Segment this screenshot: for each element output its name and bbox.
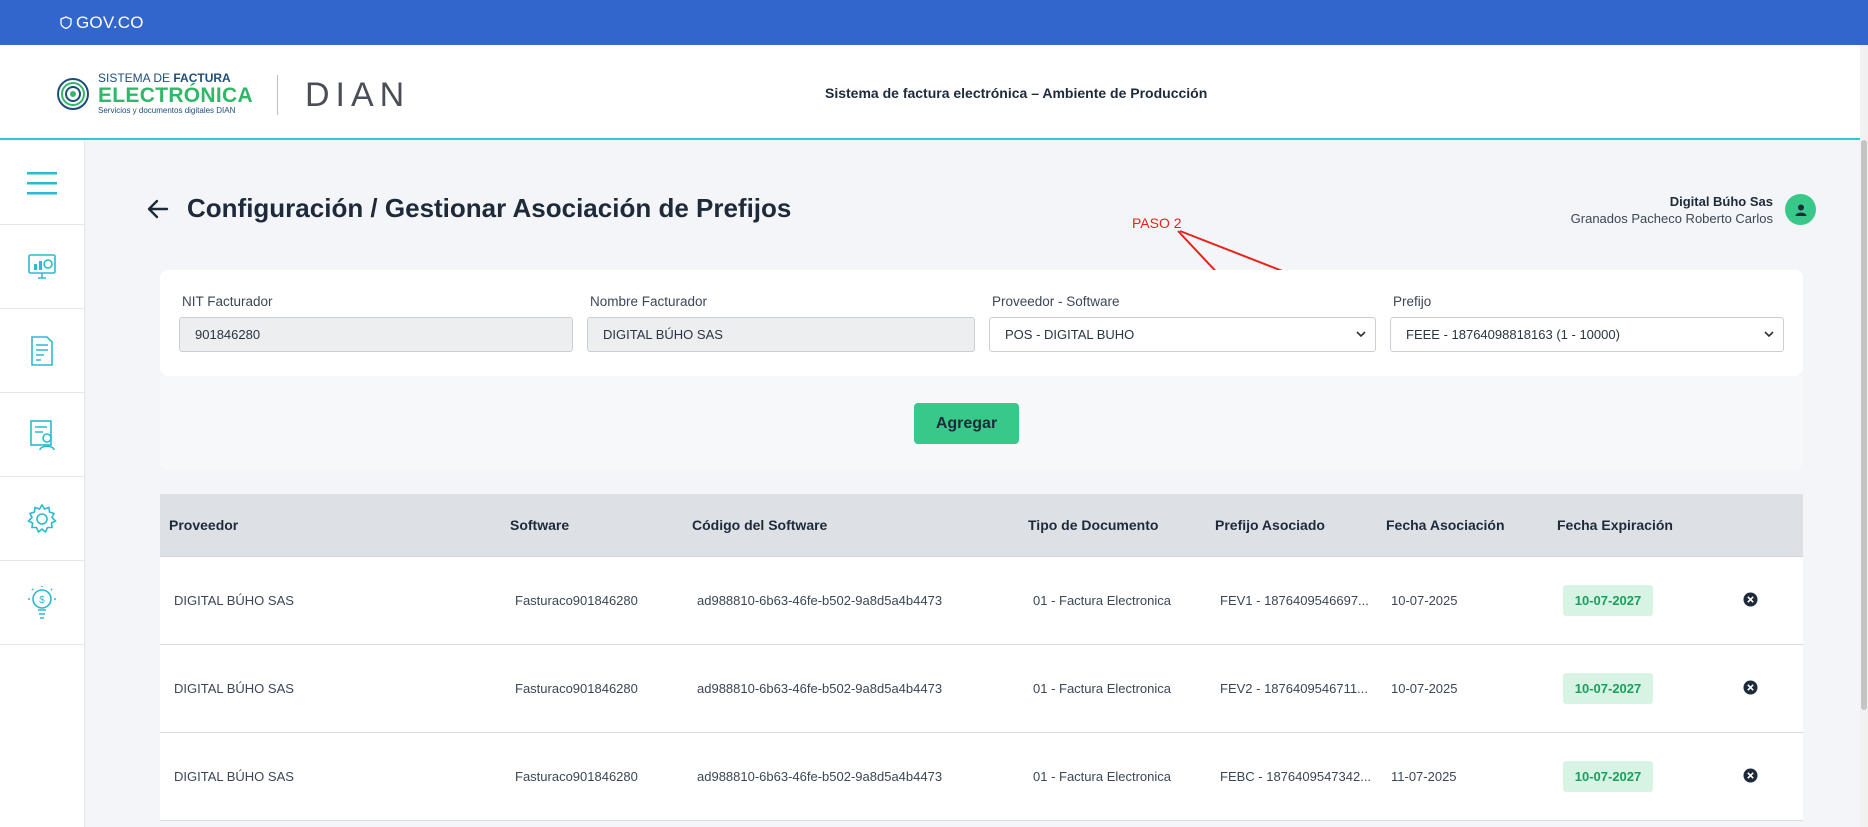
sidebar-item-ideas[interactable]: $	[0, 561, 84, 645]
col-fecha-expiracion: Fecha Expiración	[1557, 517, 1673, 533]
settings-gear-icon	[27, 502, 57, 533]
cell-codigo: ad988810-6b63-46fe-b502-9a8d5a4b4473	[697, 769, 943, 784]
prefijo-field-group: Prefijo FEEE - 18764098818163 (1 - 10000…	[1390, 294, 1784, 352]
cell-software: Fasturaco901846280	[515, 681, 638, 696]
sidebar-item-documents[interactable]	[0, 309, 84, 393]
proveedor-select[interactable]: POS - DIGITAL BUHO	[989, 317, 1376, 352]
table-header: Proveedor Software Código del Software T…	[160, 494, 1803, 557]
col-proveedor: Proveedor	[169, 517, 239, 533]
nombre-field-group: Nombre Facturador DIGITAL BÚHO SAS	[587, 294, 975, 352]
shield-icon	[60, 16, 72, 29]
page-title: Configuración / Gestionar Asociación de …	[187, 193, 792, 223]
user-company: Digital Búho Sas	[1669, 194, 1773, 209]
site-header: SISTEMA DE FACTURA ELECTRÓNICA Servicios…	[0, 45, 1868, 140]
cell-software: Fasturaco901846280	[515, 769, 638, 784]
col-fecha-asociacion: Fecha Asociación	[1386, 517, 1505, 533]
cell-fecha-asociacion: 10-07-2025	[1391, 593, 1458, 608]
scrollbar-thumb[interactable]	[1861, 140, 1867, 710]
associations-table: Proveedor Software Código del Software T…	[160, 494, 1803, 821]
expiration-badge: 10-07-2027	[1563, 673, 1653, 704]
user-info: Digital Búho Sas Granados Pacheco Robert…	[1571, 194, 1773, 226]
paso-annotation: PASO 2	[1132, 215, 1182, 231]
menu-toggle[interactable]	[0, 141, 84, 225]
fingerprint-logo-icon	[57, 77, 89, 110]
chevron-down-icon	[1764, 331, 1774, 338]
gov-text: GOV.CO	[76, 12, 144, 32]
cell-codigo: ad988810-6b63-46fe-b502-9a8d5a4b4473	[697, 681, 943, 696]
delete-icon[interactable]	[1743, 680, 1758, 695]
logo-line1-a: SISTEMA DE	[98, 71, 174, 85]
table-row: DIGITAL BÚHO SAS Fasturaco901846280 ad98…	[160, 557, 1803, 645]
nit-label: NIT Facturador	[182, 294, 273, 309]
factura-electronica-logo[interactable]: SISTEMA DE FACTURA ELECTRÓNICA Servicios…	[56, 72, 253, 115]
proveedor-label: Proveedor - Software	[992, 294, 1120, 309]
logo-line3: Servicios y documentos digitales DIAN	[98, 105, 236, 115]
cell-prefijo: FEV1 - 1876409546697...	[1220, 593, 1369, 608]
col-codigo: Código del Software	[692, 517, 828, 533]
cell-fecha-asociacion: 10-07-2025	[1391, 681, 1458, 696]
nombre-label: Nombre Facturador	[590, 294, 708, 309]
gov-bar: GOV.CO	[0, 0, 1868, 45]
user-name: Granados Pacheco Roberto Carlos	[1570, 211, 1773, 226]
cell-fecha-asociacion: 11-07-2025	[1391, 769, 1457, 784]
document-icon	[31, 335, 53, 366]
cell-tipo: 01 - Factura Electronica	[1033, 681, 1172, 696]
expiration-badge: 10-07-2027	[1563, 761, 1653, 792]
sidebar: $	[0, 141, 85, 827]
col-software: Software	[510, 517, 570, 533]
sidebar-item-reports[interactable]	[0, 393, 84, 477]
dian-logo: DIAN	[305, 76, 411, 114]
page-title-bar: Configuración / Gestionar Asociación de …	[147, 193, 791, 224]
sidebar-item-dashboard[interactable]	[0, 225, 84, 309]
header-title: Sistema de factura electrónica – Ambient…	[825, 85, 1208, 101]
col-prefijo: Prefijo Asociado	[1215, 517, 1325, 533]
cell-tipo: 01 - Factura Electronica	[1033, 593, 1172, 608]
prefijo-value: FEEE - 18764098818163 (1 - 10000)	[1406, 327, 1620, 342]
cell-prefijo: FEV2 - 1876409546711...	[1220, 681, 1368, 696]
cell-prefijo: FEBC - 1876409547342...	[1220, 769, 1372, 784]
nit-field-group: NIT Facturador 901846280	[179, 294, 573, 352]
svg-text:$: $	[39, 595, 45, 606]
cell-proveedor: DIGITAL BÚHO SAS	[174, 593, 294, 608]
col-tipo: Tipo de Documento	[1028, 517, 1159, 533]
association-form: NIT Facturador 901846280 Nombre Facturad…	[160, 270, 1803, 376]
delete-icon[interactable]	[1743, 592, 1758, 607]
cell-software: Fasturaco901846280	[515, 593, 638, 608]
table-row: DIGITAL BÚHO SAS Fasturaco901846280 ad98…	[160, 733, 1803, 821]
report-person-icon	[30, 419, 55, 450]
avatar[interactable]	[1785, 194, 1816, 225]
cell-codigo: ad988810-6b63-46fe-b502-9a8d5a4b4473	[697, 593, 943, 608]
proveedor-value: POS - DIGITAL BUHO	[1005, 327, 1135, 342]
logo-line2: ELECTRÓNICA	[98, 83, 253, 107]
dashboard-monitor-icon	[28, 253, 56, 279]
sidebar-item-settings[interactable]	[0, 477, 84, 561]
menu-icon	[27, 171, 57, 194]
cell-proveedor: DIGITAL BÚHO SAS	[174, 769, 294, 784]
table-row: DIGITAL BÚHO SAS Fasturaco901846280 ad98…	[160, 645, 1803, 733]
idea-bulb-icon: $	[28, 585, 56, 619]
nombre-field: DIGITAL BÚHO SAS	[587, 317, 975, 352]
nit-value: 901846280	[195, 327, 261, 342]
gov-link[interactable]: GOV.CO	[60, 13, 144, 33]
chevron-down-icon	[1356, 331, 1366, 338]
prefijo-label: Prefijo	[1393, 294, 1432, 309]
user-icon	[1795, 204, 1806, 216]
cell-tipo: 01 - Factura Electronica	[1033, 769, 1172, 784]
delete-icon[interactable]	[1743, 768, 1758, 783]
cell-proveedor: DIGITAL BÚHO SAS	[174, 681, 294, 696]
add-button[interactable]: Agregar	[914, 403, 1019, 444]
logo-line1-b: FACTURA	[173, 71, 231, 85]
logo-divider	[277, 75, 278, 115]
nit-field: 901846280	[179, 317, 573, 352]
expiration-badge: 10-07-2027	[1563, 585, 1653, 616]
back-arrow-icon[interactable]	[147, 199, 169, 219]
proveedor-field-group: Proveedor - Software POS - DIGITAL BUHO	[989, 294, 1376, 352]
prefijo-select[interactable]: FEEE - 18764098818163 (1 - 10000)	[1390, 317, 1784, 352]
nombre-value: DIGITAL BÚHO SAS	[603, 327, 723, 342]
